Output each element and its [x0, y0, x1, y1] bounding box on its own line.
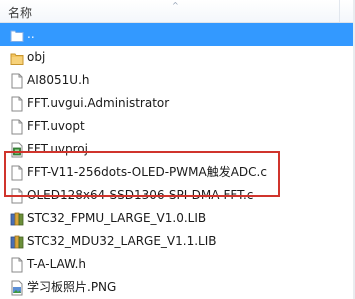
project-file-icon: [11, 142, 23, 158]
file-list: .. obj AI8051U.h FFT.uvgui.Administrator: [0, 23, 355, 299]
file-row-t-a-law-h[interactable]: T-A-LAW.h: [0, 253, 355, 276]
file-row-parent-dir[interactable]: ..: [0, 23, 355, 46]
file-row-mdu32-lib[interactable]: STC32_MDU32_LARGE_V1.1.LIB: [0, 230, 355, 253]
name-column-header[interactable]: 名称: [8, 4, 32, 21]
file-row-fpmu-lib[interactable]: STC32_FPMU_LARGE_V1.0.LIB: [0, 207, 355, 230]
folder-icon: [10, 53, 24, 65]
up-folder-icon: [10, 30, 24, 42]
c-source-file-icon: [11, 165, 23, 181]
sort-ascending-icon: ^: [172, 1, 179, 10]
file-name: 学习板照片.PNG: [27, 280, 117, 294]
file-row-uvopt[interactable]: FFT.uvopt: [0, 115, 355, 138]
column-header: 名称 ^: [0, 0, 355, 23]
file-name: FFT-V11-256dots-OLED-PWMA触发ADC.c: [27, 165, 267, 179]
file-row-obj[interactable]: obj: [0, 46, 355, 69]
file-name: OLED128x64-SSD1306-SPI-DMA-FFT.c: [27, 188, 254, 202]
file-name: STC32_FPMU_LARGE_V1.0.LIB: [27, 211, 207, 225]
file-row-oled-c[interactable]: OLED128x64-SSD1306-SPI-DMA-FFT.c: [0, 184, 355, 207]
document-icon: [11, 119, 23, 135]
c-source-file-icon: [11, 188, 23, 204]
header-file-icon: [11, 73, 23, 89]
file-name: FFT.uvproj: [27, 142, 88, 156]
file-row-ai8051u-h[interactable]: AI8051U.h: [0, 69, 355, 92]
file-row-uvproj[interactable]: FFT.uvproj: [0, 138, 355, 161]
column-divider[interactable]: [339, 0, 340, 22]
library-file-icon: [10, 212, 24, 226]
image-file-icon: [11, 280, 23, 296]
file-name: FFT.uvopt: [27, 119, 85, 133]
file-row-fft-v11-c[interactable]: FFT-V11-256dots-OLED-PWMA触发ADC.c: [0, 161, 355, 184]
file-row-png[interactable]: 学习板照片.PNG: [0, 276, 355, 299]
file-row-uvgui[interactable]: FFT.uvgui.Administrator: [0, 92, 355, 115]
document-icon: [11, 96, 23, 112]
file-name: FFT.uvgui.Administrator: [27, 96, 170, 110]
file-name: ..: [27, 27, 35, 41]
file-name: T-A-LAW.h: [27, 257, 86, 271]
file-name: STC32_MDU32_LARGE_V1.1.LIB: [27, 234, 217, 248]
file-name: AI8051U.h: [27, 73, 90, 87]
header-file-icon: [11, 257, 23, 273]
file-explorer-window: 名称 ^ .. obj AI8051U.h FFT.uvgui.Administ…: [0, 0, 355, 299]
library-file-icon: [10, 235, 24, 249]
file-name: obj: [27, 50, 46, 64]
